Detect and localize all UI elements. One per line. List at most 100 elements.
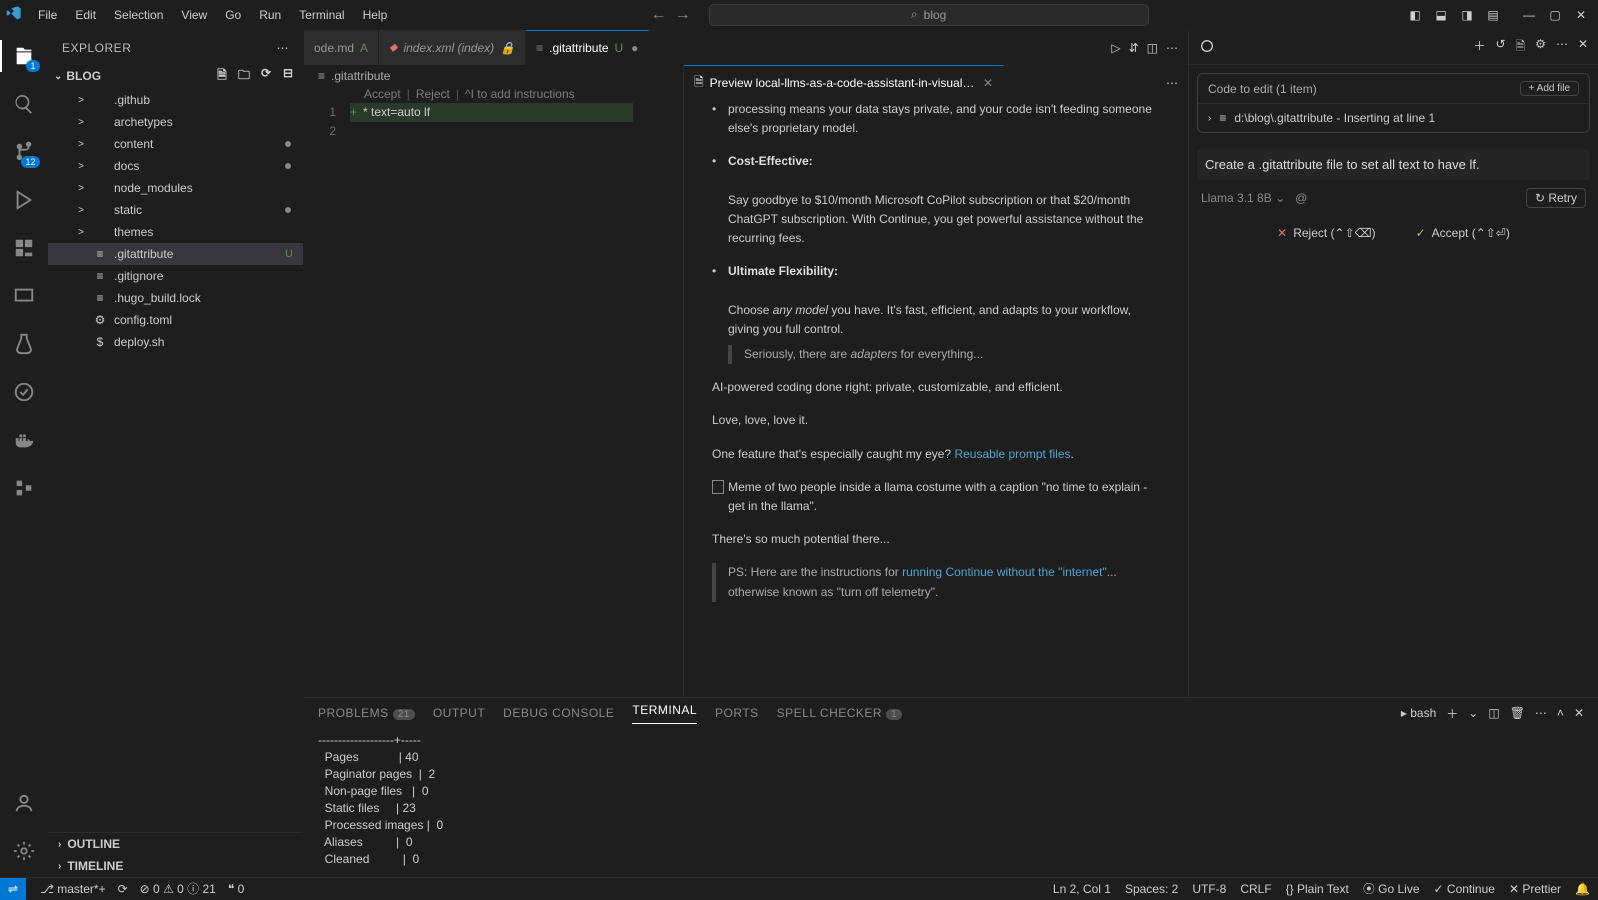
- tree-item-.gitignore[interactable]: ≡.gitignore: [48, 265, 303, 287]
- activity-explorer-icon[interactable]: 1: [0, 36, 48, 76]
- activity-test-icon[interactable]: [0, 324, 48, 364]
- menu-run[interactable]: Run: [251, 4, 289, 26]
- tree-item-docs[interactable]: >docs: [48, 155, 303, 177]
- timeline-section[interactable]: ›TIMELINE: [48, 855, 303, 877]
- tree-item-.github[interactable]: >.github: [48, 89, 303, 111]
- window-maximize-icon[interactable]: ▢: [1544, 4, 1566, 26]
- remote-indicator[interactable]: ⇌: [0, 878, 26, 900]
- menu-file[interactable]: File: [30, 4, 65, 26]
- tree-item-themes[interactable]: >themes: [48, 221, 303, 243]
- nav-back-icon[interactable]: ←: [651, 6, 667, 24]
- refresh-icon[interactable]: ⟳: [257, 66, 275, 87]
- continue-offline-link[interactable]: running Continue without the "internet": [902, 565, 1107, 579]
- outline-section[interactable]: ›OUTLINE: [48, 833, 303, 855]
- close-icon[interactable]: ✕: [983, 76, 993, 90]
- tree-item-node_modules[interactable]: >node_modules: [48, 177, 303, 199]
- menu-selection[interactable]: Selection: [106, 4, 171, 26]
- menu-help[interactable]: Help: [355, 4, 396, 26]
- chevron-down-icon[interactable]: ⌄: [54, 71, 62, 82]
- sidebar-root[interactable]: BLOG: [66, 69, 101, 83]
- activity-continue-icon[interactable]: [0, 468, 48, 508]
- eol[interactable]: CRLF: [1240, 882, 1271, 896]
- kill-terminal-icon[interactable]: 🗑: [1510, 706, 1525, 720]
- preview-tab[interactable]: 🗎Preview local-llms-as-a-code-assistant-…: [684, 65, 1004, 100]
- tab-spell[interactable]: SPELL CHECKER1: [777, 706, 903, 720]
- shell-label[interactable]: ▸ bash: [1401, 706, 1436, 720]
- gear-icon[interactable]: ⚙: [1535, 37, 1546, 58]
- more-icon[interactable]: ⋯: [1535, 706, 1547, 720]
- quote-status[interactable]: ❝ 0: [228, 882, 244, 896]
- tab-debug[interactable]: DEBUG CONSOLE: [503, 706, 614, 720]
- breadcrumb-text[interactable]: .gitattribute: [331, 69, 390, 83]
- activity-search-icon[interactable]: [0, 84, 48, 124]
- tree-item-config.toml[interactable]: ⚙config.toml: [48, 309, 303, 331]
- indent[interactable]: Spaces: 2: [1125, 882, 1178, 896]
- new-folder-icon[interactable]: 🗀: [235, 66, 253, 87]
- tab-output[interactable]: OUTPUT: [433, 706, 485, 720]
- tab-ports[interactable]: PORTS: [715, 706, 759, 720]
- customize-layout-icon[interactable]: ▤: [1482, 4, 1504, 26]
- tab-0[interactable]: ode.md A: [304, 30, 379, 65]
- more-icon[interactable]: ⋯: [1166, 76, 1178, 90]
- retry-button[interactable]: ↻ Retry: [1526, 188, 1586, 208]
- activity-run-icon[interactable]: [0, 180, 48, 220]
- maximize-panel-icon[interactable]: ˄: [1557, 706, 1564, 720]
- layout-right-icon[interactable]: ◨: [1456, 4, 1478, 26]
- model-selector[interactable]: Llama 3.1 8B: [1201, 191, 1272, 205]
- command-center[interactable]: ⌕ blog: [709, 4, 1149, 26]
- close-panel-icon[interactable]: ✕: [1578, 37, 1588, 58]
- go-live[interactable]: ⦿ Go Live: [1363, 880, 1420, 897]
- sync-icon[interactable]: ⟳: [118, 882, 128, 896]
- continue-status[interactable]: ✓ Continue: [1434, 882, 1495, 896]
- window-minimize-icon[interactable]: —: [1518, 4, 1540, 26]
- file-row[interactable]: › ≡ d:\blog\.gitattribute - Inserting at…: [1198, 104, 1589, 132]
- encoding[interactable]: UTF-8: [1192, 882, 1226, 896]
- add-file-button[interactable]: + Add file: [1520, 81, 1579, 96]
- split-terminal-icon[interactable]: ◫: [1488, 706, 1499, 720]
- more-icon[interactable]: ⋯: [1166, 41, 1178, 55]
- docs-icon[interactable]: 🗎: [1516, 37, 1526, 58]
- reject-hint[interactable]: Reject: [416, 87, 450, 101]
- reusable-prompt-link[interactable]: Reusable prompt files: [954, 447, 1070, 461]
- activity-pass-icon[interactable]: [0, 372, 48, 412]
- at-icon[interactable]: @: [1295, 191, 1307, 205]
- tree-item-deploy.sh[interactable]: $deploy.sh: [48, 331, 303, 353]
- tree-item-content[interactable]: >content: [48, 133, 303, 155]
- menu-edit[interactable]: Edit: [67, 4, 104, 26]
- close-panel-icon[interactable]: ✕: [1574, 706, 1584, 720]
- layout-left-icon[interactable]: ◧: [1404, 4, 1426, 26]
- more-icon[interactable]: ⋯: [1556, 37, 1568, 58]
- tab-1[interactable]: ⬥index.xml (index)🔒: [379, 30, 526, 65]
- tab-problems[interactable]: PROBLEMS21: [318, 706, 415, 720]
- activity-docker-icon[interactable]: [0, 420, 48, 460]
- nav-fwd-icon[interactable]: →: [675, 6, 691, 24]
- chevron-down-icon[interactable]: ⌄: [1275, 191, 1285, 205]
- git-branch[interactable]: ⎇ master*+: [40, 882, 106, 896]
- sidebar-more-icon[interactable]: ⋯: [277, 41, 290, 55]
- history-icon[interactable]: ↺: [1495, 37, 1505, 58]
- layout-bottom-icon[interactable]: ⬓: [1430, 4, 1452, 26]
- prettier-status[interactable]: ✕ Prettier: [1509, 882, 1561, 896]
- tab-terminal[interactable]: TERMINAL: [632, 703, 697, 724]
- code-editor[interactable]: 12 +* text=auto lf: [304, 101, 683, 697]
- menu-go[interactable]: Go: [217, 4, 249, 26]
- chevron-down-icon[interactable]: ⌄: [1468, 706, 1478, 720]
- window-close-icon[interactable]: ✕: [1570, 4, 1592, 26]
- terminal-body[interactable]: -------------------+----- Pages | 40 Pag…: [304, 728, 1598, 877]
- notifications-icon[interactable]: 🔔: [1575, 882, 1590, 896]
- activity-remote-icon[interactable]: [0, 276, 48, 316]
- new-file-icon[interactable]: 🗎: [213, 66, 231, 87]
- activity-extensions-icon[interactable]: [0, 228, 48, 268]
- run-icon[interactable]: ▷: [1111, 41, 1120, 55]
- tree-item-.hugo_build.lock[interactable]: ≡.hugo_build.lock: [48, 287, 303, 309]
- cursor-pos[interactable]: Ln 2, Col 1: [1053, 882, 1111, 896]
- collapse-icon[interactable]: ⊟: [279, 66, 297, 87]
- activity-scm-icon[interactable]: 12: [0, 132, 48, 172]
- activity-account-icon[interactable]: [0, 783, 48, 823]
- activity-settings-icon[interactable]: [0, 831, 48, 871]
- accept-hint[interactable]: Accept: [364, 87, 401, 101]
- split-icon[interactable]: ◫: [1147, 41, 1158, 55]
- reject-button[interactable]: ✕Reject (⌃⇧⌫): [1277, 226, 1375, 240]
- menu-view[interactable]: View: [173, 4, 215, 26]
- language-mode[interactable]: {} Plain Text: [1286, 882, 1349, 896]
